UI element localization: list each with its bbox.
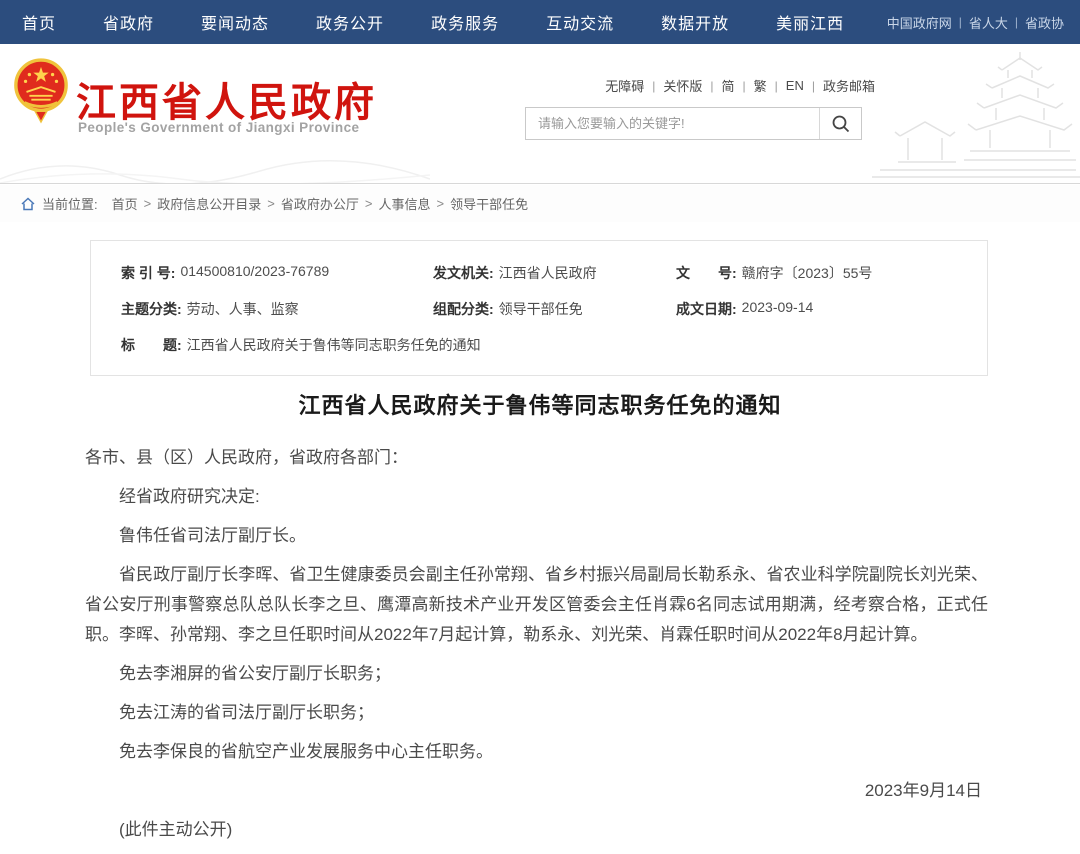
breadcrumb-item-open-gov-directory[interactable]: 政府信息公开目录	[157, 194, 261, 213]
link-accessibility[interactable]: 无障碍	[605, 76, 644, 95]
national-emblem-icon	[12, 57, 70, 125]
meta-title: 标 题: 江西省人民政府关于鲁伟等同志职务任免的通知	[121, 335, 987, 355]
breadcrumb-item-personnel-info[interactable]: 人事信息	[378, 194, 430, 213]
nav-item-beautiful-jiangxi[interactable]: 美丽江西	[776, 10, 844, 34]
meta-title-label: 标 题:	[121, 335, 182, 355]
meta-group-label: 组配分类:	[433, 299, 494, 319]
meta-group: 组配分类: 领导干部任免	[433, 299, 676, 319]
separator: |	[710, 79, 713, 93]
breadcrumb-current: 领导干部任免	[450, 194, 528, 213]
doc-paragraph: 免去李保良的省航空产业发展服务中心主任职务。	[85, 737, 988, 767]
nav-items: 首页 省政府 要闻动态 政务公开 政务服务 互动交流 数据开放 美丽江西	[0, 10, 844, 34]
separator: |	[1015, 15, 1018, 29]
meta-date-value: 2023-09-14	[742, 299, 814, 319]
nav-right-links: 中国政府网 | 省人大 | 省政协	[887, 13, 1080, 32]
page-title: 江西省人民政府关于鲁伟等同志职务任免的通知	[0, 388, 1080, 420]
meta-issuer: 发文机关: 江西省人民政府	[433, 263, 676, 283]
meta-date: 成文日期: 2023-09-14	[676, 299, 987, 319]
search-box	[525, 107, 862, 140]
separator: |	[652, 79, 655, 93]
meta-date-label: 成文日期:	[676, 299, 737, 319]
nav-item-home[interactable]: 首页	[22, 10, 56, 34]
nav-item-provincial-gov[interactable]: 省政府	[103, 10, 154, 34]
meta-title-value: 江西省人民政府关于鲁伟等同志职务任免的通知	[187, 335, 481, 355]
meta-group-value: 领导干部任免	[499, 299, 583, 319]
nav-item-interaction[interactable]: 互动交流	[546, 10, 614, 34]
site-header: 江西省人民政府 People's Government of Jiangxi P…	[0, 44, 1080, 184]
link-provincial-npc[interactable]: 省人大	[969, 13, 1008, 32]
breadcrumb-label: 当前位置:	[42, 194, 98, 213]
nav-item-open-gov[interactable]: 政务公开	[316, 10, 384, 34]
meta-issuer-value: 江西省人民政府	[499, 263, 597, 283]
link-gov-mailbox[interactable]: 政务邮箱	[823, 76, 875, 95]
meta-topic-value: 劳动、人事、监察	[187, 299, 299, 319]
meta-topic: 主题分类: 劳动、人事、监察	[121, 299, 433, 319]
link-provincial-cppcc[interactable]: 省政协	[1025, 13, 1064, 32]
doc-paragraph: 免去李湘屏的省公安厅副厅长职务；	[85, 659, 988, 689]
meta-index-label: 索 引 号:	[121, 263, 175, 283]
top-nav: 首页 省政府 要闻动态 政务公开 政务服务 互动交流 数据开放 美丽江西 中国政…	[0, 0, 1080, 44]
search-input[interactable]	[526, 108, 819, 139]
nav-item-news[interactable]: 要闻动态	[201, 10, 269, 34]
separator: |	[959, 15, 962, 29]
nav-item-open-data[interactable]: 数据开放	[661, 10, 729, 34]
breadcrumb-item-home[interactable]: 首页	[112, 194, 138, 213]
link-simplified-chinese[interactable]: 简	[722, 76, 735, 95]
doc-paragraph: 经省政府研究决定:	[85, 482, 988, 512]
separator: >	[365, 196, 373, 211]
separator: >	[267, 196, 275, 211]
doc-note: (此件主动公开)	[85, 815, 988, 845]
search-icon	[831, 114, 851, 134]
search-button[interactable]	[819, 108, 861, 139]
separator: >	[436, 196, 444, 211]
meta-doc-number-label: 文 号:	[676, 263, 737, 283]
doc-paragraph: 省民政厅副厅长李晖、省卫生健康委员会副主任孙常翔、省乡村振兴局副局长勒系永、省农…	[85, 560, 988, 650]
meta-index-value: 014500810/2023-76789	[180, 263, 329, 283]
separator: |	[775, 79, 778, 93]
doc-paragraph: 免去江涛的省司法厅副厅长职务；	[85, 698, 988, 728]
link-care-version[interactable]: 关怀版	[663, 76, 702, 95]
meta-row: 主题分类: 劳动、人事、监察 组配分类: 领导干部任免 成文日期: 2023-0…	[91, 291, 987, 327]
separator: |	[812, 79, 815, 93]
separator: |	[743, 79, 746, 93]
link-china-gov-site[interactable]: 中国政府网	[887, 13, 952, 32]
link-english[interactable]: EN	[786, 78, 804, 93]
separator: >	[144, 196, 152, 211]
document-body: 各市、县（区）人民政府，省政府各部门： 经省政府研究决定: 鲁伟任省司法厅副厅长…	[85, 443, 988, 854]
home-icon	[20, 196, 36, 212]
nav-item-gov-services[interactable]: 政务服务	[431, 10, 499, 34]
mountains-sketch-icon	[0, 145, 430, 183]
meta-row: 标 题: 江西省人民政府关于鲁伟等同志职务任免的通知	[91, 327, 987, 363]
meta-doc-number-value: 赣府字〔2023〕55号	[742, 263, 873, 283]
document-meta-box: 索 引 号: 014500810/2023-76789 发文机关: 江西省人民政…	[90, 240, 988, 376]
pavilion-sketch-icon	[870, 48, 1080, 182]
meta-topic-label: 主题分类:	[121, 299, 182, 319]
header-quick-links: 无障碍 | 关怀版 | 简 | 繁 | EN | 政务邮箱	[605, 76, 875, 95]
meta-doc-number: 文 号: 赣府字〔2023〕55号	[676, 263, 987, 283]
breadcrumb-item-general-office[interactable]: 省政府办公厅	[281, 194, 359, 213]
meta-issuer-label: 发文机关:	[433, 263, 494, 283]
doc-date: 2023年9月14日	[85, 776, 988, 806]
breadcrumb: 当前位置: 首页 > 政府信息公开目录 > 省政府办公厅 > 人事信息 > 领导…	[0, 185, 1080, 222]
site-subtitle: People's Government of Jiangxi Province	[78, 120, 359, 135]
meta-row: 索 引 号: 014500810/2023-76789 发文机关: 江西省人民政…	[91, 255, 987, 291]
meta-index: 索 引 号: 014500810/2023-76789	[121, 263, 433, 283]
doc-paragraph-salutation: 各市、县（区）人民政府，省政府各部门：	[85, 443, 988, 473]
doc-paragraph: 鲁伟任省司法厅副厅长。	[85, 521, 988, 551]
link-traditional-chinese[interactable]: 繁	[754, 76, 767, 95]
